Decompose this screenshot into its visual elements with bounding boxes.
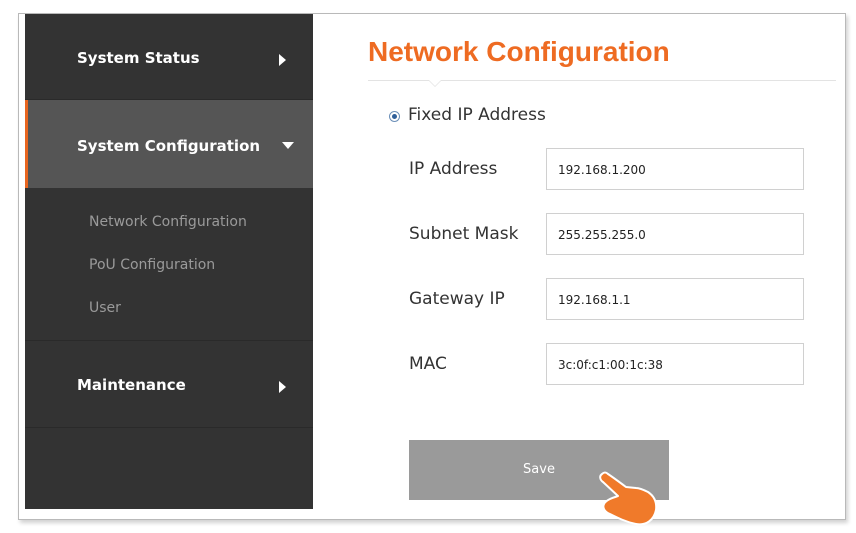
sidebar-item-label: System Status <box>77 49 200 67</box>
chevron-right-icon <box>279 381 286 393</box>
gateway-ip-input[interactable]: 192.168.1.1 <box>546 278 804 320</box>
ip-address-input[interactable]: 192.168.1.200 <box>546 148 804 190</box>
title-divider-notch-inner <box>429 80 441 86</box>
main-panel: Network Configuration Fixed IP Address I… <box>313 14 845 519</box>
sidebar-item-maintenance[interactable]: Maintenance <box>25 340 313 428</box>
pointing-hand-cursor-icon <box>599 471 658 526</box>
chevron-right-icon <box>279 54 286 66</box>
sidebar-item-label: Maintenance <box>77 376 186 394</box>
app-window: System Status System Configuration Netwo… <box>18 13 846 520</box>
submenu-item-network-configuration[interactable]: Network Configuration <box>89 214 247 230</box>
subnet-mask-label: Subnet Mask <box>409 224 519 244</box>
sidebar: System Status System Configuration Netwo… <box>25 14 313 509</box>
gateway-ip-label: Gateway IP <box>409 289 505 309</box>
mac-label: MAC <box>409 354 447 374</box>
ip-address-label: IP Address <box>409 159 498 179</box>
sidebar-item-system-status[interactable]: System Status <box>25 14 313 100</box>
page-title: Network Configuration <box>368 36 670 67</box>
subnet-mask-input[interactable]: 255.255.255.0 <box>546 213 804 255</box>
fixed-ip-radio-label: Fixed IP Address <box>408 105 546 125</box>
fixed-ip-radio[interactable] <box>389 111 400 122</box>
mac-input[interactable]: 3c:0f:c1:00:1c:38 <box>546 343 804 385</box>
chevron-down-icon <box>282 142 294 149</box>
submenu-item-user[interactable]: User <box>89 300 121 316</box>
sidebar-item-label: System Configuration <box>77 137 261 155</box>
sidebar-item-system-configuration[interactable]: System Configuration <box>25 100 313 188</box>
submenu-item-pou-configuration[interactable]: PoU Configuration <box>89 257 215 273</box>
